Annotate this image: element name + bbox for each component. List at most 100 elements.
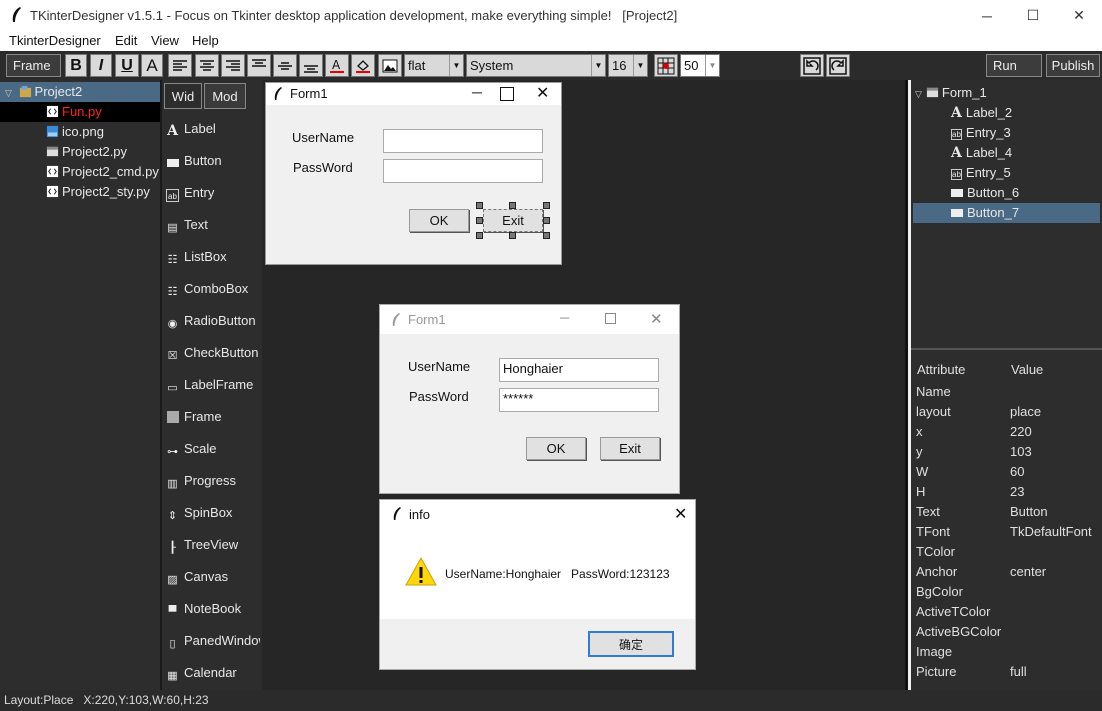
bold-button[interactable]: B xyxy=(65,54,87,77)
close-icon[interactable]: ✕ xyxy=(674,504,687,524)
attribute-value[interactable]: TkDefaultFont xyxy=(1010,524,1092,539)
widget-panedwindow[interactable]: ▯ PanedWindow xyxy=(166,631,260,651)
project-root[interactable]: ▽ Project2 xyxy=(0,82,160,102)
exit-button[interactable]: Exit xyxy=(483,209,543,232)
file-item-project2-sty[interactable]: Project2_sty.py xyxy=(46,182,150,202)
resize-handle[interactable] xyxy=(543,232,550,239)
outline-item[interactable]: A Label_2 xyxy=(951,103,1012,123)
ok-button[interactable]: OK xyxy=(526,437,586,460)
resize-handle[interactable] xyxy=(509,202,516,209)
tab-mod[interactable]: Mod xyxy=(204,83,246,109)
outline-root[interactable]: ▽ Form_1 xyxy=(915,83,987,103)
minimize-icon[interactable]: ─ xyxy=(560,310,569,325)
undo-icon[interactable] xyxy=(800,54,824,77)
grid-icon[interactable] xyxy=(654,54,678,77)
resize-handle[interactable] xyxy=(476,202,483,209)
close-button[interactable]: ✕ xyxy=(1056,0,1102,31)
attribute-value[interactable]: place xyxy=(1010,404,1041,419)
redo-icon[interactable] xyxy=(826,54,850,77)
italic-button[interactable]: I xyxy=(90,54,112,77)
outline-item[interactable]: A Label_4 xyxy=(951,143,1012,163)
minimize-icon[interactable]: ─ xyxy=(472,84,482,100)
attribute-value[interactable]: 60 xyxy=(1010,464,1024,479)
exit-button[interactable]: Exit xyxy=(600,437,660,460)
ok-button[interactable]: OK xyxy=(409,209,469,232)
widget-type-selector[interactable]: Frame xyxy=(6,54,61,77)
menu-edit[interactable]: Edit xyxy=(115,33,137,48)
design-form[interactable]: Form1 ─ ✕ UserName PassWord OK Exit xyxy=(265,82,562,265)
underline-button[interactable]: U xyxy=(115,54,139,77)
align-right-icon[interactable] xyxy=(221,54,245,77)
widget-combobox[interactable]: ☷ ComboBox xyxy=(166,279,260,299)
outline-item[interactable]: ab Entry_3 xyxy=(951,123,1011,143)
file-item-fun[interactable]: Fun.py xyxy=(0,102,160,122)
image-icon[interactable] xyxy=(378,54,402,77)
password-entry[interactable]: ****** xyxy=(499,388,659,412)
fill-color-icon[interactable] xyxy=(351,54,375,77)
close-icon[interactable]: ✕ xyxy=(650,310,663,328)
widget-notebook[interactable]: ▀ NoteBook xyxy=(166,599,260,619)
attribute-value[interactable]: full xyxy=(1010,664,1027,679)
resize-handle[interactable] xyxy=(543,217,550,224)
align-middle-icon[interactable] xyxy=(273,54,297,77)
text-color-icon[interactable]: A xyxy=(325,54,349,77)
run-form[interactable]: Form1 ─ ✕ UserName PassWord Honghaier **… xyxy=(379,304,680,494)
font-size-select[interactable]: 16 ▼ xyxy=(608,54,648,77)
attribute-value[interactable]: 220 xyxy=(1010,424,1032,439)
resize-handle[interactable] xyxy=(476,232,483,239)
widget-radiobutton[interactable]: ◉ RadioButton xyxy=(166,311,260,331)
file-item-project2-cmd[interactable]: Project2_cmd.py xyxy=(46,162,159,182)
widget-text[interactable]: ▤ Text xyxy=(166,215,260,235)
outline-item-selected[interactable]: Button_7 xyxy=(913,203,1100,223)
widget-spinbox[interactable]: ⇕ SpinBox xyxy=(166,503,260,523)
attribute-value[interactable]: 103 xyxy=(1010,444,1032,459)
font-family-select[interactable]: System ▼ xyxy=(466,54,606,77)
attribute-value[interactable]: center xyxy=(1010,564,1046,579)
attribute-value[interactable]: Button xyxy=(1010,504,1048,519)
align-left-icon[interactable] xyxy=(168,54,192,77)
attribute-value[interactable]: 23 xyxy=(1010,484,1024,499)
widget-scale[interactable]: ⊶ Scale xyxy=(166,439,260,459)
relief-select[interactable]: flat ▼ xyxy=(404,54,464,77)
widget-canvas[interactable]: ▨ Canvas xyxy=(166,567,260,587)
info-dialog[interactable]: info ✕ UserName:Honghaier PassWord:12312… xyxy=(379,499,696,670)
file-item-project2[interactable]: Project2.py xyxy=(46,142,127,162)
run-button[interactable]: Run xyxy=(986,54,1042,77)
align-center-icon[interactable] xyxy=(195,54,219,77)
resize-handle[interactable] xyxy=(543,202,550,209)
maximize-button[interactable]: ☐ xyxy=(1010,0,1056,31)
attribute-name: BgColor xyxy=(916,584,963,599)
menu-view[interactable]: View xyxy=(151,33,179,48)
file-item-ico[interactable]: ico.png xyxy=(46,122,104,142)
align-top-icon[interactable] xyxy=(247,54,271,77)
widget-treeview[interactable]: ┠ TreeView xyxy=(166,535,260,555)
widget-label[interactable]: A Label xyxy=(166,119,260,139)
resize-handle[interactable] xyxy=(509,232,516,239)
widget-labelframe[interactable]: ▭ LabelFrame xyxy=(166,375,260,395)
outline-item[interactable]: ab Entry_5 xyxy=(951,163,1011,183)
close-icon[interactable]: ✕ xyxy=(536,83,549,103)
widget-listbox[interactable]: ☷ ListBox xyxy=(166,247,260,267)
maximize-icon[interactable] xyxy=(605,313,616,324)
grid-size-select[interactable]: 50 ▼ xyxy=(680,54,720,77)
password-entry[interactable] xyxy=(383,159,543,183)
menu-help[interactable]: Help xyxy=(192,33,219,48)
align-bottom-icon[interactable] xyxy=(299,54,323,77)
menu-tkinterdesigner[interactable]: TkinterDesigner xyxy=(9,33,101,48)
outline-item[interactable]: Button_6 xyxy=(951,183,1019,203)
tab-wid[interactable]: Wid xyxy=(164,83,202,109)
username-entry[interactable]: Honghaier xyxy=(499,358,659,382)
confirm-button[interactable]: 确定 xyxy=(588,631,674,657)
publish-button[interactable]: Publish xyxy=(1046,54,1100,77)
minimize-button[interactable]: ─ xyxy=(964,0,1010,31)
widget-entry[interactable]: ab Entry xyxy=(166,183,260,203)
resize-handle[interactable] xyxy=(476,217,483,224)
widget-calendar[interactable]: ▦ Calendar xyxy=(166,663,260,683)
widget-button[interactable]: Button xyxy=(166,151,260,171)
maximize-icon[interactable] xyxy=(500,87,514,101)
widget-checkbutton[interactable]: ☒ CheckButton xyxy=(166,343,260,363)
widget-frame[interactable]: Frame xyxy=(166,407,260,427)
font-button[interactable]: A xyxy=(141,54,163,77)
widget-progress[interactable]: ▥ Progress xyxy=(166,471,260,491)
username-entry[interactable] xyxy=(383,129,543,153)
